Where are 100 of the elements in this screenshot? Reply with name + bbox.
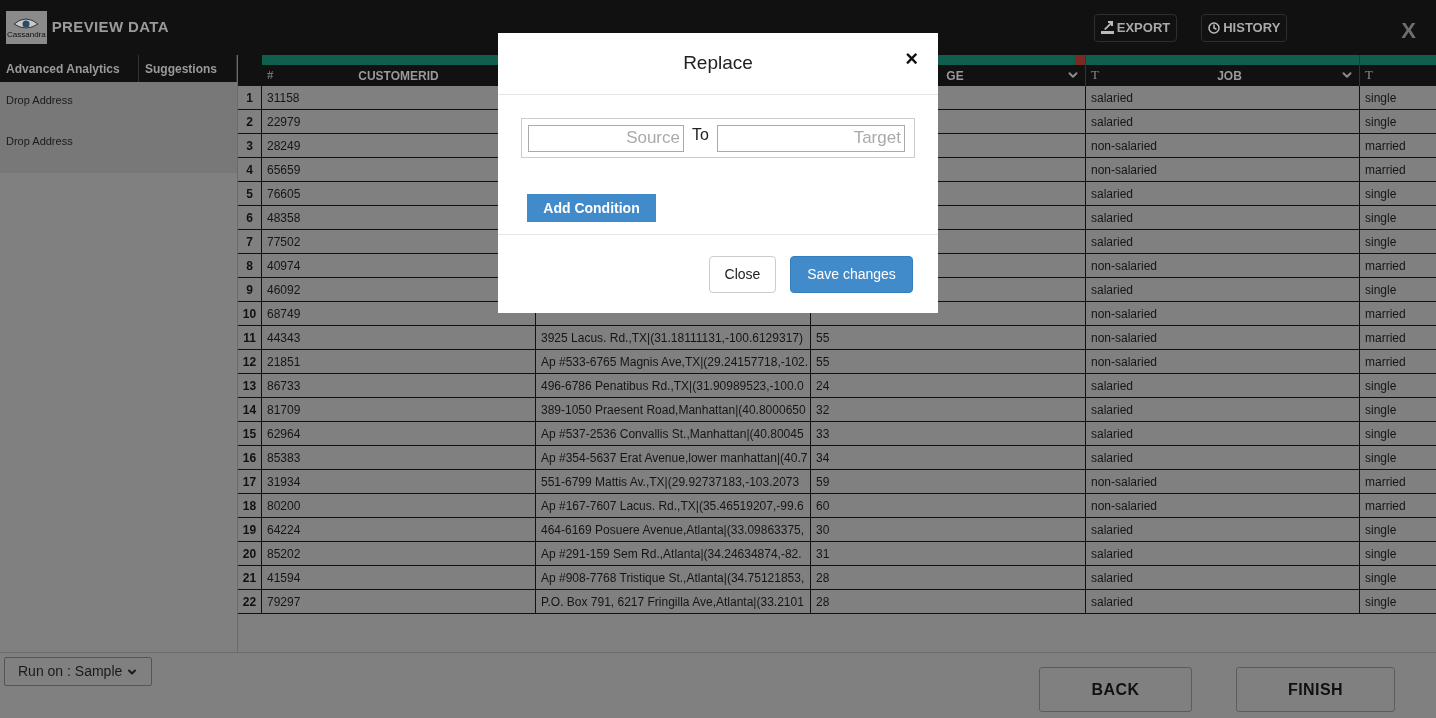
column-label: JOB (1216, 67, 1242, 85)
table-cell: 34 (811, 446, 1086, 469)
table-cell: salaried (1086, 446, 1360, 469)
row-number: 6 (238, 206, 262, 229)
table-cell: 44343 (262, 326, 536, 349)
table-cell: 28 (811, 590, 1086, 613)
table-cell: single (1360, 278, 1436, 301)
table-cell: non-salaried (1086, 494, 1360, 517)
close-button[interactable]: X (1401, 19, 1416, 42)
table-cell: single (1360, 398, 1436, 421)
to-label: To (692, 125, 709, 145)
table-cell: single (1360, 86, 1436, 109)
table-cell: married (1360, 494, 1436, 517)
table-cell: single (1360, 590, 1436, 613)
table-cell: 33 (811, 422, 1086, 445)
table-cell: 60 (811, 494, 1086, 517)
add-condition-button[interactable]: Add Condition (527, 194, 656, 222)
eye-icon (13, 16, 40, 31)
history-button[interactable]: HISTORY (1201, 13, 1288, 42)
type-mark: T (1091, 66, 1099, 84)
row-number: 18 (238, 494, 262, 517)
row-number: 4 (238, 158, 262, 181)
row-number: 12 (238, 350, 262, 373)
table-cell: 55 (811, 326, 1086, 349)
logo-text: Cassandra (7, 30, 46, 39)
run-on-dropdown[interactable]: Run on : Sample (4, 657, 153, 686)
table-cell: single (1360, 542, 1436, 565)
column-header[interactable]: T (1360, 55, 1436, 86)
table-cell: 85383 (262, 446, 536, 469)
source-field[interactable]: Source (528, 124, 684, 152)
table-cell: 464-6169 Posuere Avenue,Atlanta|(33.09863375, (536, 518, 811, 541)
table-cell: married (1360, 326, 1436, 349)
table-cell: 551-6799 Mattis Av.,TX|(29.92737183,-103.2073 (536, 470, 811, 493)
table-cell: Ap #533-6765 Magnis Ave,TX|(29.24157718,-102. (536, 350, 811, 373)
table-cell: 79297 (262, 590, 536, 613)
page-title: PREVIEW DATA (51, 17, 169, 38)
table-cell: salaried (1086, 278, 1360, 301)
table-cell: 62964 (262, 422, 536, 445)
type-mark: T (1365, 66, 1373, 84)
row-number: 5 (238, 182, 262, 205)
table-cell: 86733 (262, 374, 536, 397)
table-cell: salaried (1086, 86, 1360, 109)
save-button[interactable]: Save changes (790, 256, 913, 293)
row-number: 2 (238, 110, 262, 133)
target-field[interactable]: Target (716, 124, 905, 152)
table-cell: 55 (811, 350, 1086, 373)
suggestion-item[interactable]: Drop Address (0, 123, 237, 159)
row-number: 19 (238, 518, 262, 541)
row-number: 1 (238, 86, 262, 109)
row-number: 14 (238, 398, 262, 421)
table-cell: 32 (811, 398, 1086, 421)
table-cell: Ap #167-7607 Lacus. Rd.,TX|(35.46519207,-99.6 (536, 494, 811, 517)
suggestion-item[interactable]: Drop Address (0, 82, 237, 118)
row-number: 22 (238, 590, 262, 613)
table-cell: 31 (811, 542, 1086, 565)
column-label: GE (945, 67, 964, 85)
table-cell: non-salaried (1086, 326, 1360, 349)
table-cell: Ap #354-5637 Erat Avenue,lower manhattan|(40.7 (536, 446, 811, 469)
column-header[interactable]: T JOB (1086, 55, 1360, 86)
close-button[interactable]: Close (709, 256, 776, 293)
table-cell: single (1360, 182, 1436, 205)
export-button[interactable]: EXPORT (1093, 13, 1178, 42)
table-cell: married (1360, 254, 1436, 277)
table-cell: non-salaried (1086, 158, 1360, 181)
row-number: 11 (238, 326, 262, 349)
table-cell: non-salaried (1086, 254, 1360, 277)
nav-button[interactable]: FINISH (1236, 667, 1395, 712)
table-cell: 80200 (262, 494, 536, 517)
row-number: 15 (238, 422, 262, 445)
table-cell: single (1360, 518, 1436, 541)
table-cell: 64224 (262, 518, 536, 541)
table-cell: non-salaried (1086, 134, 1360, 157)
table-cell: married (1360, 134, 1436, 157)
table-cell: married (1360, 470, 1436, 493)
table-cell: 496-6786 Penatibus Rd.,TX|(31.90989523,-100.0 (536, 374, 811, 397)
type-mark: # (267, 66, 274, 84)
table-cell: salaried (1086, 590, 1360, 613)
table-cell: 21851 (262, 350, 536, 373)
table-cell: married (1360, 302, 1436, 325)
table-cell: salaried (1086, 230, 1360, 253)
table-cell: single (1360, 230, 1436, 253)
table-cell: single (1360, 566, 1436, 589)
table-cell: 389-1050 Praesent Road,Manhattan|(40.8000650 (536, 398, 811, 421)
clock-icon (1208, 21, 1221, 34)
table-cell: Ap #291-159 Sem Rd.,Atlanta|(34.24634874,-82. (536, 542, 811, 565)
row-number: 3 (238, 134, 262, 157)
table-cell: Ap #537-2536 Convallis St.,Manhattan|(40.80045 (536, 422, 811, 445)
table-cell: single (1360, 422, 1436, 445)
nav-button[interactable]: BACK (1039, 667, 1192, 712)
table-cell: 85202 (262, 542, 536, 565)
column-label: CUSTOMERID (358, 67, 439, 85)
table-cell: salaried (1086, 374, 1360, 397)
row-number: 7 (238, 230, 262, 253)
table-cell: 24 (811, 374, 1086, 397)
table-cell: 28 (811, 566, 1086, 589)
table-cell: single (1360, 446, 1436, 469)
table-cell: salaried (1086, 206, 1360, 229)
table-cell: 59 (811, 470, 1086, 493)
table-cell: salaried (1086, 566, 1360, 589)
table-cell: P.O. Box 791, 6217 Fringilla Ave,Atlanta|(33.2101 (536, 590, 811, 613)
